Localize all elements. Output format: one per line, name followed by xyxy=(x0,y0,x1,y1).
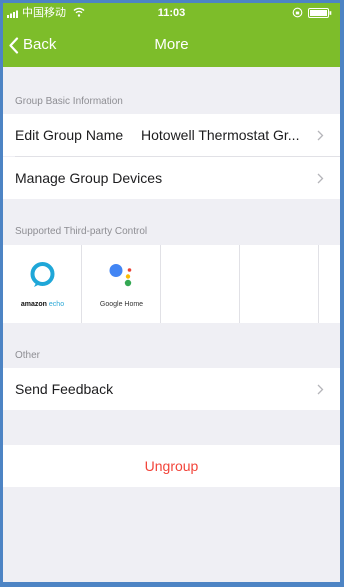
third-party-grid: amazon echo Google Home xyxy=(3,245,340,323)
send-feedback-row[interactable]: Send Feedback xyxy=(3,368,340,410)
chevron-right-icon xyxy=(317,384,324,395)
section-header-third-party: Supported Third-party Control xyxy=(15,226,148,237)
edit-group-name-row[interactable]: Edit Group Name Hotowell Thermostat Gr..… xyxy=(3,114,340,156)
rotation-lock-icon xyxy=(292,7,303,18)
status-bar: 中国移动 11:03 xyxy=(3,3,340,23)
phone-screen: 中国移动 11:03 Back More Group Basic Informa… xyxy=(3,3,340,582)
amazon-echo-label: amazon echo xyxy=(20,301,65,308)
group-name-value: Hotowell Thermostat Gr... xyxy=(141,127,300,143)
alexa-ring-icon xyxy=(30,262,55,287)
google-home-tile[interactable]: Google Home xyxy=(82,245,161,323)
empty-tile xyxy=(240,245,319,323)
send-feedback-label: Send Feedback xyxy=(15,381,114,397)
google-home-label: Google Home xyxy=(99,301,144,308)
navigation-bar: Back More xyxy=(3,23,340,67)
section-header-other: Other xyxy=(15,350,41,361)
manage-group-devices-label: Manage Group Devices xyxy=(15,170,163,186)
google-assistant-icon xyxy=(109,264,132,287)
edit-group-name-label: Edit Group Name xyxy=(15,127,124,143)
amazon-echo-tile[interactable]: amazon echo xyxy=(3,245,82,323)
battery-icon xyxy=(308,8,332,18)
ungroup-button[interactable]: Ungroup xyxy=(3,445,340,487)
page-title: More xyxy=(154,36,189,53)
empty-tile xyxy=(161,245,240,323)
chevron-right-icon xyxy=(317,130,324,141)
section-header-group-info: Group Basic Information xyxy=(15,96,123,107)
status-time: 11:03 xyxy=(157,7,186,19)
app-header: 中国移动 11:03 Back More xyxy=(3,3,340,67)
chevron-right-icon xyxy=(317,173,324,184)
manage-group-devices-row[interactable]: Manage Group Devices xyxy=(3,157,340,199)
ungroup-label: Ungroup xyxy=(144,458,199,474)
